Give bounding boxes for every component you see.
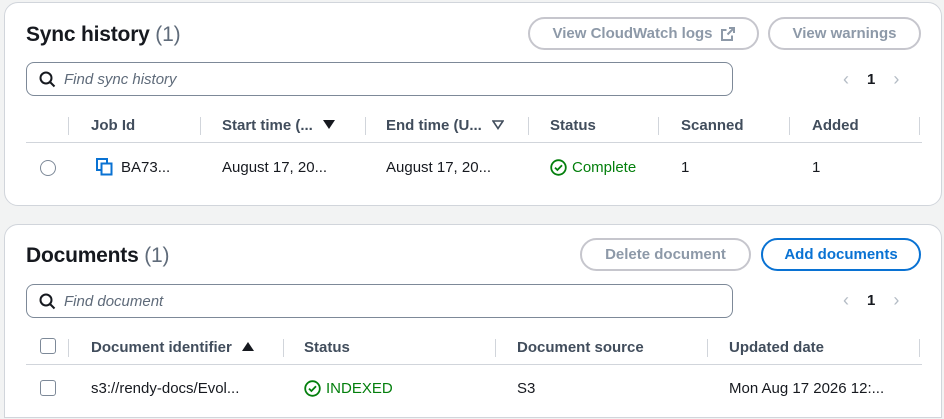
delete-document-label: Delete document	[605, 246, 726, 263]
document-source-cell: S3	[517, 380, 536, 397]
documents-panel: Documents (1) Delete document Add docume…	[4, 224, 942, 418]
copy-icon[interactable]	[96, 158, 113, 176]
sync-history-heading: Sync history	[26, 23, 150, 46]
view-warnings-button[interactable]: View warnings	[768, 17, 921, 50]
column-added[interactable]: Added	[812, 117, 859, 134]
view-cloudwatch-logs-button[interactable]: View CloudWatch logs	[528, 17, 759, 50]
prev-page-icon[interactable]: ‹	[843, 69, 849, 90]
column-document-source-label: Document source	[517, 339, 644, 356]
column-updated-date[interactable]: Updated date	[729, 339, 824, 356]
sync-history-table-header: Job Id Start time (... End time (U... St…	[26, 113, 922, 143]
document-status-text: INDEXED	[326, 380, 393, 397]
column-status[interactable]: Status	[304, 339, 350, 356]
view-warnings-label: View warnings	[792, 25, 897, 42]
sync-history-search[interactable]	[26, 62, 733, 96]
column-scanned-label: Scanned	[681, 117, 744, 134]
updated-date-cell: Mon Aug 17 2026 12:...	[729, 380, 885, 397]
sync-history-count: (1)	[155, 23, 181, 46]
end-time-cell: August 17, 20...	[386, 159, 492, 176]
sync-history-title: Sync history (1)	[26, 23, 181, 47]
column-document-identifier-label: Document identifier	[91, 339, 232, 356]
next-page-icon[interactable]: ›	[893, 290, 899, 311]
search-icon	[39, 71, 56, 87]
add-documents-button[interactable]: Add documents	[761, 238, 921, 271]
column-end-time-label: End time (U...	[386, 117, 482, 134]
search-icon	[39, 293, 56, 309]
add-documents-label: Add documents	[784, 246, 898, 263]
sort-descending-icon	[322, 120, 335, 129]
column-separator	[658, 117, 659, 135]
column-document-source[interactable]: Document source	[517, 339, 644, 356]
column-separator	[365, 117, 366, 135]
column-scanned[interactable]: Scanned	[681, 117, 744, 134]
column-separator	[200, 117, 201, 135]
document-identifier-cell[interactable]: s3://rendy-docs/Evol...	[91, 380, 239, 397]
column-separator	[528, 117, 529, 135]
scanned-cell: 1	[681, 159, 690, 176]
documents-heading: Documents	[26, 244, 139, 267]
column-status-label: Status	[550, 117, 596, 134]
column-separator	[283, 339, 284, 357]
job-id-cell[interactable]: BA73...	[121, 159, 170, 176]
column-separator	[68, 117, 69, 135]
delete-document-button[interactable]: Delete document	[580, 238, 751, 271]
column-document-identifier[interactable]: Document identifier	[91, 339, 254, 356]
column-start-time-label: Start time (...	[222, 117, 313, 134]
column-status[interactable]: Status	[550, 117, 596, 134]
column-end-time[interactable]: End time (U...	[386, 117, 504, 134]
documents-search-input[interactable]	[64, 292, 664, 310]
column-separator	[495, 339, 496, 357]
success-check-icon	[304, 380, 321, 397]
added-cell: 1	[812, 159, 821, 176]
row-select-radio[interactable]	[40, 160, 56, 176]
current-page-number[interactable]: 1	[867, 71, 875, 88]
column-job-id[interactable]: Job Id	[91, 117, 135, 134]
row-select-checkbox[interactable]	[40, 380, 56, 396]
next-page-icon[interactable]: ›	[893, 69, 899, 90]
column-start-time[interactable]: Start time (...	[222, 117, 335, 134]
external-link-icon	[720, 26, 735, 41]
status-text: Complete	[572, 159, 637, 176]
view-cloudwatch-logs-label: View CloudWatch logs	[552, 25, 713, 42]
column-job-id-label: Job Id	[91, 117, 136, 134]
documents-table-header: Document identifier Status Document sour…	[26, 335, 922, 365]
sync-history-pagination: ‹ 1 ›	[843, 69, 899, 90]
column-updated-date-label: Updated date	[729, 339, 825, 356]
select-all-checkbox[interactable]	[40, 338, 56, 354]
current-page-number[interactable]: 1	[867, 292, 875, 309]
prev-page-icon[interactable]: ‹	[843, 290, 849, 311]
documents-search[interactable]	[26, 284, 733, 318]
sync-history-panel: Sync history (1) View CloudWatch logs Vi…	[4, 2, 942, 206]
documents-count: (1)	[144, 244, 170, 267]
column-added-label: Added	[812, 117, 859, 134]
sort-unsorted-icon	[491, 120, 504, 130]
column-separator	[707, 339, 708, 357]
documents-title: Documents (1)	[26, 244, 169, 268]
column-separator	[789, 117, 790, 135]
sort-ascending-icon	[241, 342, 254, 351]
success-check-icon	[550, 159, 567, 176]
column-separator	[919, 117, 920, 135]
start-time-cell: August 17, 20...	[222, 159, 328, 176]
column-separator	[919, 339, 920, 357]
column-separator	[68, 339, 69, 357]
documents-pagination: ‹ 1 ›	[843, 290, 899, 311]
column-status-label: Status	[304, 339, 350, 356]
status-cell: Complete	[550, 159, 636, 176]
sync-history-search-input[interactable]	[64, 70, 664, 88]
document-status-cell: INDEXED	[304, 380, 393, 397]
